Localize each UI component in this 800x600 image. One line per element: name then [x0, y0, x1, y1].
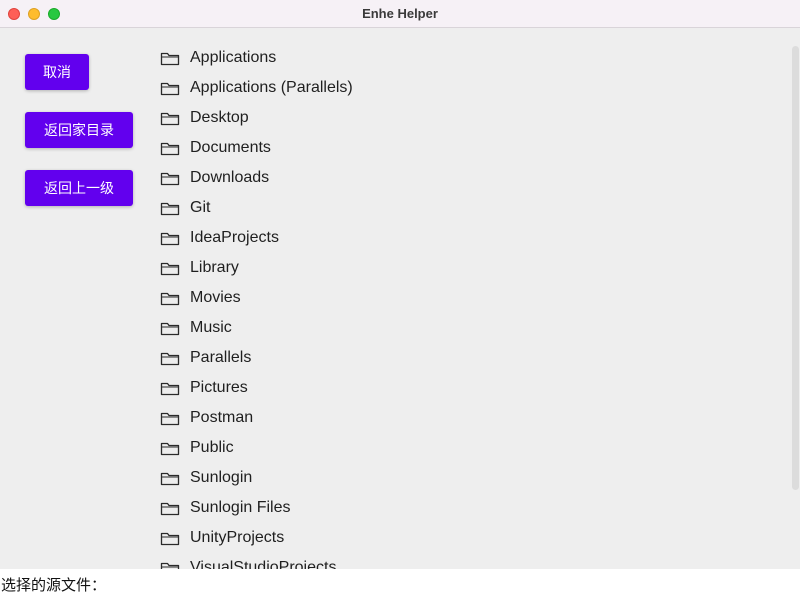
- cancel-button[interactable]: 取消: [25, 54, 89, 90]
- folder-icon: [160, 380, 180, 396]
- folder-list-item[interactable]: VisualStudioProjects: [158, 553, 778, 569]
- folder-icon: [160, 440, 180, 456]
- go-up-one-level-button[interactable]: 返回上一级: [25, 170, 133, 206]
- folder-list-item[interactable]: Parallels: [158, 343, 778, 373]
- folder-name: Documents: [190, 139, 271, 156]
- folder-icon: [160, 530, 180, 546]
- folder-list-item[interactable]: Git: [158, 193, 778, 223]
- folder-list-item[interactable]: Documents: [158, 133, 778, 163]
- folder-name: Git: [190, 199, 211, 216]
- folder-name: Applications: [190, 49, 277, 66]
- folder-list-item[interactable]: Library: [158, 253, 778, 283]
- folder-icon: [160, 470, 180, 486]
- folder-name: Parallels: [190, 349, 252, 366]
- folder-name: Downloads: [190, 169, 270, 186]
- folder-list-item[interactable]: Downloads: [158, 163, 778, 193]
- folder-list-item[interactable]: Public: [158, 433, 778, 463]
- folder-list-item[interactable]: Applications (Parallels): [158, 73, 778, 103]
- selected-source-file-label: 选择的源文件：: [0, 569, 800, 600]
- folder-name: Postman: [190, 409, 254, 426]
- folder-list-item[interactable]: Desktop: [158, 103, 778, 133]
- title-bar[interactable]: Enhe Helper: [0, 0, 800, 28]
- folder-name: Sunlogin: [190, 469, 253, 486]
- folder-icon: [160, 350, 180, 366]
- folder-list-item[interactable]: Sunlogin Files: [158, 493, 778, 523]
- folder-name: Public: [190, 439, 234, 456]
- folder-list-item[interactable]: Music: [158, 313, 778, 343]
- folder-icon: [160, 500, 180, 516]
- folder-list-item[interactable]: Movies: [158, 283, 778, 313]
- folder-icon: [160, 80, 180, 96]
- folder-list-item[interactable]: Postman: [158, 403, 778, 433]
- folder-name: IdeaProjects: [190, 229, 279, 246]
- folder-icon: [160, 50, 180, 66]
- folder-icon: [160, 260, 180, 276]
- folder-list-item[interactable]: IdeaProjects: [158, 223, 778, 253]
- folder-icon: [160, 170, 180, 186]
- folder-icon: [160, 320, 180, 336]
- folder-name: Desktop: [190, 109, 249, 126]
- folder-list-item[interactable]: Sunlogin: [158, 463, 778, 493]
- folder-list-item[interactable]: UnityProjects: [158, 523, 778, 553]
- folder-name: UnityProjects: [190, 529, 285, 546]
- folder-icon: [160, 140, 180, 156]
- go-home-directory-button[interactable]: 返回家目录: [25, 112, 133, 148]
- folder-name: Library: [190, 259, 239, 276]
- folder-name: Music: [190, 319, 232, 336]
- folder-name: Applications (Parallels): [190, 79, 353, 96]
- folder-icon: [160, 230, 180, 246]
- folder-name: Sunlogin Files: [190, 499, 291, 516]
- folder-icon: [160, 290, 180, 306]
- folder-icon: [160, 560, 180, 569]
- folder-list-item[interactable]: Applications: [158, 43, 778, 73]
- folder-icon: [160, 110, 180, 126]
- app-window: Enhe Helper 取消 返回家目录 返回上一级 Applications A…: [0, 0, 800, 600]
- folder-list: Applications Applications (Parallels) Desk…: [158, 43, 778, 569]
- folder-icon: [160, 200, 180, 216]
- window-title: Enhe Helper: [362, 6, 438, 21]
- list-scrollbar[interactable]: [792, 46, 799, 490]
- folder-name: VisualStudioProjects: [190, 559, 337, 569]
- folder-name: Movies: [190, 289, 241, 306]
- folder-icon: [160, 410, 180, 426]
- folder-list-item[interactable]: Pictures: [158, 373, 778, 403]
- folder-name: Pictures: [190, 379, 248, 396]
